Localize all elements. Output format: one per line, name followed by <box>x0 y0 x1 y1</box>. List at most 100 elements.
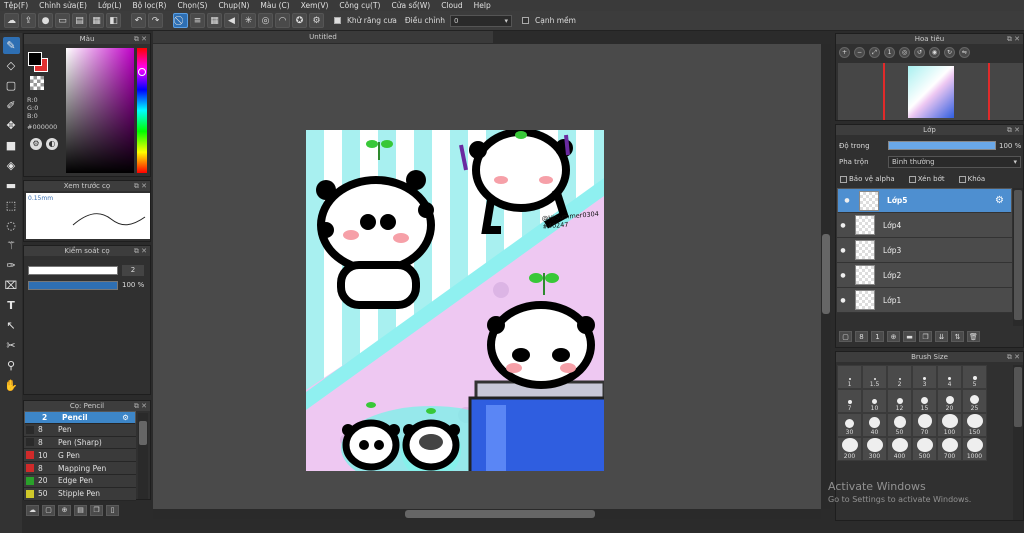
layer-visibility-icon[interactable]: ● <box>841 197 853 204</box>
eraser-tool-icon[interactable]: ◇ <box>3 57 20 74</box>
canvas-horizontal-scroll-thumb[interactable] <box>405 510 595 518</box>
antialias-checkbox[interactable] <box>334 17 341 24</box>
text-tool-icon[interactable]: T <box>3 297 20 314</box>
zoom-in-icon[interactable]: + <box>839 47 850 58</box>
layer-row[interactable]: ● Lớp2 <box>837 263 1012 288</box>
brush-size-preset[interactable]: 700 <box>937 437 962 461</box>
menu-item[interactable]: Màu (C) <box>260 1 289 10</box>
canvas-horizontal-scrollbar[interactable] <box>153 509 821 519</box>
speech-bubble-icon[interactable]: ● <box>38 13 53 28</box>
layer-row[interactable]: ● Lớp3 <box>837 238 1012 263</box>
fill-shape-tool-icon[interactable]: ■ <box>3 137 20 154</box>
brush-tool-icon[interactable]: ✎ <box>2 37 20 54</box>
add-brush-menu-icon[interactable]: ⊕ <box>58 504 71 516</box>
rotate-reset-icon[interactable]: ◉ <box>929 47 940 58</box>
brush-list-item[interactable]: 10 G Pen <box>24 449 136 463</box>
delete-brush-icon[interactable]: ▯ <box>106 504 119 516</box>
menu-item[interactable]: Chọn(S) <box>177 1 207 10</box>
brush-list-item[interactable]: 20 Edge Pen <box>24 474 136 488</box>
panel-expand-icon[interactable]: ⧉ ✕ <box>134 181 147 191</box>
menu-item[interactable]: Lớp(L) <box>98 1 122 10</box>
hand-tool-icon[interactable]: ✋ <box>3 377 20 394</box>
layer-visibility-icon[interactable]: ● <box>837 247 849 254</box>
layer-visibility-icon[interactable]: ● <box>837 272 849 279</box>
undo-icon[interactable]: ↶ <box>131 13 146 28</box>
protect-alpha-checkbox[interactable] <box>840 175 847 183</box>
brush-size-preset[interactable]: 5 <box>962 365 987 389</box>
brush-size-preset[interactable]: 200 <box>837 437 862 461</box>
dot-tool-icon[interactable]: ▢ <box>3 77 20 94</box>
brush-size-scroll-thumb[interactable] <box>1014 367 1022 427</box>
brush-size-preset[interactable]: 30 <box>837 413 862 437</box>
brush-size-value[interactable]: 2 <box>122 265 144 276</box>
menu-item[interactable]: Xem(V) <box>301 1 329 10</box>
blend-mode-select[interactable]: Bình thường ▾ <box>888 156 1021 168</box>
snap-parallel-icon[interactable]: ≡ <box>190 13 205 28</box>
brush-settings-gear-icon[interactable]: ⚙ <box>122 413 129 422</box>
canvas-vertical-scrollbar[interactable] <box>821 44 831 509</box>
brush-size-preset[interactable]: 500 <box>912 437 937 461</box>
layer-list-scroll-thumb[interactable] <box>1014 190 1022 320</box>
snap-3d-icon[interactable]: ✪ <box>292 13 307 28</box>
hue-slider[interactable] <box>137 48 147 173</box>
zoom-reset-icon[interactable]: ◎ <box>899 47 910 58</box>
brush-size-preset[interactable]: 2 <box>887 365 912 389</box>
brush-size-preset[interactable]: 1 <box>837 365 862 389</box>
clipping-checkbox[interactable] <box>908 175 916 183</box>
panel-expand-icon[interactable]: ⧉ ✕ <box>1007 352 1020 362</box>
hue-slider-handle[interactable] <box>138 68 146 76</box>
artwork-canvas[interactable]: @HiSummer0304 #40247 <box>306 130 604 471</box>
gradient-tool-icon[interactable]: ▬ <box>3 177 20 194</box>
new-folder-icon[interactable]: ▬ <box>903 331 916 342</box>
add-layer-menu-icon[interactable]: ⊕ <box>887 331 900 342</box>
delete-layer-icon[interactable]: 🗑 <box>967 331 980 342</box>
cloud-brush-icon[interactable]: ☁ <box>26 504 39 516</box>
panel-expand-icon[interactable]: ⧉ ✕ <box>1007 34 1020 44</box>
layer-row[interactable]: ● Lớp1 <box>837 288 1012 313</box>
layer-list-scrollbar[interactable] <box>1013 188 1023 326</box>
brush-size-preset[interactable]: 7 <box>837 389 862 413</box>
soft-edge-checkbox[interactable] <box>522 17 529 24</box>
layer-opacity-slider[interactable] <box>888 141 996 150</box>
snap-settings-icon[interactable]: ⚙ <box>309 13 324 28</box>
duplicate-layer-icon[interactable]: ❐ <box>919 331 932 342</box>
brush-size-preset[interactable]: 3 <box>912 365 937 389</box>
bucket-tool-icon[interactable]: ◈ <box>3 157 20 174</box>
brush-size-preset[interactable]: 15 <box>912 389 937 413</box>
brush-size-preset[interactable]: 10 <box>862 389 887 413</box>
brush-size-preset[interactable]: 4 <box>937 365 962 389</box>
brush-size-scrollbar[interactable] <box>1013 365 1023 520</box>
snap-grid-icon[interactable]: ▦ <box>207 13 222 28</box>
brush-size-slider[interactable] <box>28 266 118 275</box>
brush-size-preset[interactable]: 1.5 <box>862 365 887 389</box>
brush-list-item[interactable]: 2 Pencil ⚙ <box>24 411 136 424</box>
eyedropper-tool-icon[interactable]: ⚲ <box>3 357 20 374</box>
select-pen-tool-icon[interactable]: ✑ <box>3 257 20 274</box>
brush-list-scroll-thumb[interactable] <box>139 421 147 445</box>
new-layer-icon[interactable]: ▢ <box>839 331 852 342</box>
navigator-preview[interactable] <box>838 63 1023 120</box>
merge-down-icon[interactable]: ⇊ <box>935 331 948 342</box>
new-layer-8bit-icon[interactable]: 8 <box>855 331 868 342</box>
lock-checkbox[interactable] <box>958 175 966 183</box>
brush-settings-icon[interactable]: ▤ <box>74 504 87 516</box>
brush-list-scrollbar[interactable] <box>138 413 148 499</box>
brush-list-item[interactable]: 8 Pen <box>24 423 136 437</box>
lasso-tool-icon[interactable]: ◌ <box>3 217 20 234</box>
layer-visibility-icon[interactable]: ● <box>837 222 849 229</box>
brush-size-preset[interactable]: 12 <box>887 389 912 413</box>
menu-item[interactable]: Chụp(N) <box>218 1 249 10</box>
snap-vanish-icon[interactable]: ◀ <box>224 13 239 28</box>
color-wheel-button-icon[interactable]: ⚙ <box>30 138 42 150</box>
snap-radial-icon[interactable]: ✳ <box>241 13 256 28</box>
panel-expand-icon[interactable]: ⧉ ✕ <box>134 246 147 256</box>
menu-item[interactable]: Công cụ(T) <box>339 1 380 10</box>
fill-toggle-icon[interactable]: ◧ <box>106 13 121 28</box>
layer-settings-icon[interactable]: ⇅ <box>951 331 964 342</box>
brush-list-item[interactable]: 8 Mapping Pen <box>24 462 136 475</box>
rotate-right-icon[interactable]: ↻ <box>944 47 955 58</box>
brush-size-preset[interactable]: 100 <box>937 413 962 437</box>
fit-screen-icon[interactable]: ⤢ <box>869 47 880 58</box>
divide-tool-icon[interactable]: ✂ <box>3 337 20 354</box>
panel-expand-icon[interactable]: ⧉ ✕ <box>134 34 147 44</box>
